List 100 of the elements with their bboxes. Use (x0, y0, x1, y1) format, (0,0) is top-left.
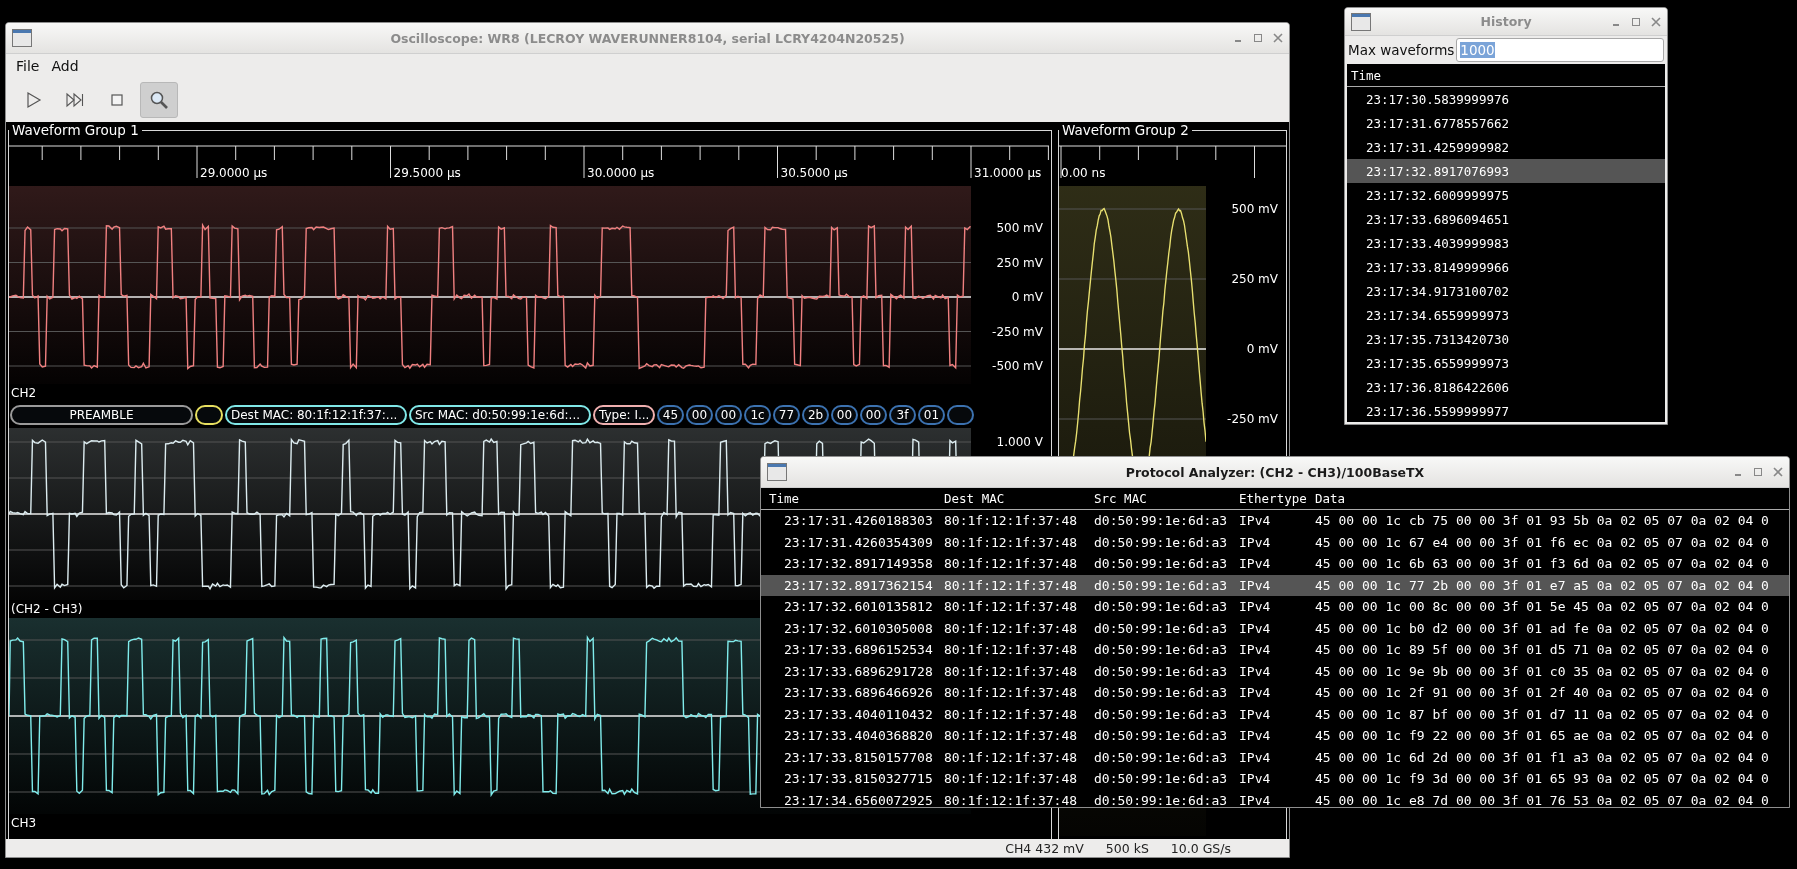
decode-packet-field[interactable]: 45 (657, 405, 684, 425)
table-row[interactable]: 23:17:32.8917362154 80:1f:12:1f:37:48 d0:50:99:1e:6d:a3 IPv4 45 00 00 1c 77 2b 00 00 3f 01 e7 a5 0a 02 05 07 0a 02 04 0 (761, 574, 1789, 596)
table-cell-text: d0:50:99:1e:6d:a3 (1094, 663, 1229, 679)
decode-packet-field[interactable]: 1c (744, 405, 771, 425)
table-cell: 23:17:31.6778557662 (1366, 115, 1509, 131)
table-cell: 23:17:34.9173100702 (1366, 283, 1509, 299)
table-cell-text: 80:1f:12:1f:37:48 (944, 599, 1079, 615)
table-cell-text: 80:1f:12:1f:37:48 (944, 792, 1079, 807)
table-cell: 23:17:35.7313420730 (1366, 331, 1509, 347)
axis-label: 0 mV (1011, 290, 1043, 304)
table-cell-text: 80:1f:12:1f:37:48 (944, 513, 1079, 529)
table-cell-text: 23:17:33.4040368820 (783, 728, 934, 744)
decode-packet-field[interactable]: 2b (802, 405, 829, 425)
table-cell-text: IPv4 (1239, 792, 1272, 807)
column-header: Time (769, 491, 801, 506)
axis-label: -250 mV (1227, 412, 1278, 426)
table-cell-text: 23:17:31.4260354309 (783, 534, 934, 550)
table-cell-text: 80:1f:12:1f:37:48 (944, 771, 1079, 787)
table-cell-text: 80:1f:12:1f:37:48 (944, 749, 1079, 765)
axis-label: 500 mV (996, 221, 1043, 235)
zoom-button[interactable] (140, 82, 178, 118)
skip-forward-icon (65, 90, 85, 110)
search-icon (149, 90, 169, 110)
table-cell: 23:17:33.8149999966 (1366, 259, 1509, 275)
maximize-button[interactable] (1631, 16, 1641, 27)
table-cell-text: IPv4 (1239, 749, 1272, 765)
maximize-button[interactable] (1253, 33, 1263, 43)
decode-packet-field[interactable]: Type: I... (593, 405, 655, 425)
table-cell-text: 45 00 00 1c f9 22 00 00 3f 01 65 ae 0a 02 05 07 0a 02 04 0 (1315, 728, 1770, 744)
table-cell: 23:17:30.5839999976 (1366, 91, 1509, 107)
table-cell-text: IPv4 (1239, 534, 1272, 550)
time-label: 30.5000 µs (780, 166, 848, 180)
status-text: 10.0 GS/s (1170, 840, 1231, 856)
table-cell-text: 45 00 00 1c e8 7d 00 00 3f 01 76 53 0a 02 05 07 0a 02 04 0 (1315, 792, 1770, 807)
decode-packet-field[interactable]: 01 (918, 405, 945, 425)
decode-packet-field[interactable]: Src MAC: d0:50:99:1e:6d:... (409, 405, 591, 425)
decode-packet-field[interactable]: 00 (860, 405, 887, 425)
decode-packet-field[interactable]: Dest MAC: 80:1f:12:1f:37:... (225, 405, 407, 425)
axis-label: -500 mV (992, 359, 1043, 373)
table-cell-text: 45 00 00 1c f9 3d 00 00 3f 01 65 93 0a 02 05 07 0a 02 04 0 (1315, 771, 1770, 787)
table-cell-text: 45 00 00 1c cb 75 00 00 3f 01 93 5b 0a 02 05 07 0a 02 04 0 (1315, 513, 1770, 529)
decode-packet-field[interactable]: 77 (773, 405, 800, 425)
table-cell: 23:17:33.4039999983 (1366, 235, 1509, 251)
field-label: Max waveforms (1348, 42, 1455, 58)
decode-packet-field[interactable]: PREAMBLE (10, 405, 193, 425)
table-cell-text: 23:17:33.4040110432 (783, 706, 934, 722)
table-cell-text: IPv4 (1239, 728, 1272, 744)
table-cell-text: 45 00 00 1c 6b 63 00 00 3f 01 f3 6d 0a 02 05 07 0a 02 04 0 (1315, 556, 1770, 572)
table-cell-text: IPv4 (1239, 771, 1272, 787)
axis-label: 1.000 V (996, 435, 1043, 449)
menu-item[interactable]: Add (47, 56, 83, 76)
window-title: History (1479, 14, 1533, 29)
decode-packet-field[interactable] (947, 405, 974, 425)
table-cell-text: IPv4 (1239, 663, 1272, 679)
table-cell-text: 80:1f:12:1f:37:48 (944, 642, 1079, 658)
window-title: Protocol Analyzer: (CH2 - CH3)/100BaseTX (1124, 464, 1426, 480)
decode-packet-field[interactable]: 3f (889, 405, 916, 425)
table-cell-text: 23:17:32.6010305008 (783, 620, 934, 636)
table-cell: 23:17:33.6896094651 (1366, 211, 1509, 227)
table-cell: 23:17:31.4259999982 (1366, 139, 1509, 155)
table-cell-text: 23:17:32.6010135812 (783, 599, 934, 615)
table-cell: 23:17:36.8186422606 (1366, 379, 1509, 395)
table-cell-text: d0:50:99:1e:6d:a3 (1094, 685, 1229, 701)
close-button[interactable] (1273, 33, 1283, 43)
table-cell-text: IPv4 (1239, 513, 1272, 529)
decode-packet-field[interactable]: 00 (686, 405, 713, 425)
column-header: Time (1351, 67, 1382, 83)
maximize-button[interactable] (1753, 467, 1763, 477)
table-cell-text: d0:50:99:1e:6d:a3 (1094, 577, 1229, 593)
table-cell-text: 23:17:33.8150327715 (783, 771, 934, 787)
table-row[interactable]: 23:17:32.8917076993 (1347, 159, 1665, 183)
table-cell-text: 80:1f:12:1f:37:48 (944, 706, 1079, 722)
decode-packet-field[interactable]: 00 (831, 405, 858, 425)
table-cell-text: 80:1f:12:1f:37:48 (944, 620, 1079, 636)
column-header: Ethertype (1239, 491, 1308, 506)
decode-packet-field[interactable]: 00 (715, 405, 742, 425)
window-icon (1351, 12, 1371, 31)
table-cell-text: d0:50:99:1e:6d:a3 (1094, 620, 1229, 636)
table-cell-text: 80:1f:12:1f:37:48 (944, 577, 1079, 593)
menu-item[interactable]: File (12, 56, 44, 76)
table-cell-text: IPv4 (1239, 556, 1272, 572)
table-cell-text: 23:17:33.6896466926 (783, 685, 934, 701)
time-label: 29.0000 µs (200, 166, 268, 180)
table-cell: 23:17:36.5599999977 (1366, 403, 1509, 419)
table-cell-text: 45 00 00 1c 87 bf 00 00 3f 01 d7 11 0a 02 05 07 0a 02 04 0 (1315, 706, 1770, 722)
axis-label: 250 mV (1231, 272, 1278, 286)
window-icon (767, 463, 787, 481)
table-cell-text: IPv4 (1239, 620, 1272, 636)
table-cell-text: 45 00 00 1c 67 e4 00 00 3f 01 f6 ec 0a 02 05 07 0a 02 04 0 (1315, 534, 1770, 550)
window-title: Oscilloscope: WR8 (LECROY WAVERUNNER8104, serial LCRY4204N20525) (389, 30, 906, 46)
group-title: Waveform Group 1 (11, 123, 140, 138)
time-label: 31.0000 µs (974, 166, 1042, 180)
close-button[interactable] (1651, 16, 1661, 27)
table-cell-text: 45 00 00 1c 77 2b 00 00 3f 01 e7 a5 0a 02 05 07 0a 02 04 0 (1315, 577, 1770, 593)
table-cell-text: IPv4 (1239, 577, 1272, 593)
close-button[interactable] (1773, 467, 1783, 477)
channel-label: CH3 (10, 816, 37, 830)
table-cell-text: 80:1f:12:1f:37:48 (944, 534, 1079, 550)
table-cell-text: d0:50:99:1e:6d:a3 (1094, 792, 1229, 807)
table-cell-text: 80:1f:12:1f:37:48 (944, 685, 1079, 701)
